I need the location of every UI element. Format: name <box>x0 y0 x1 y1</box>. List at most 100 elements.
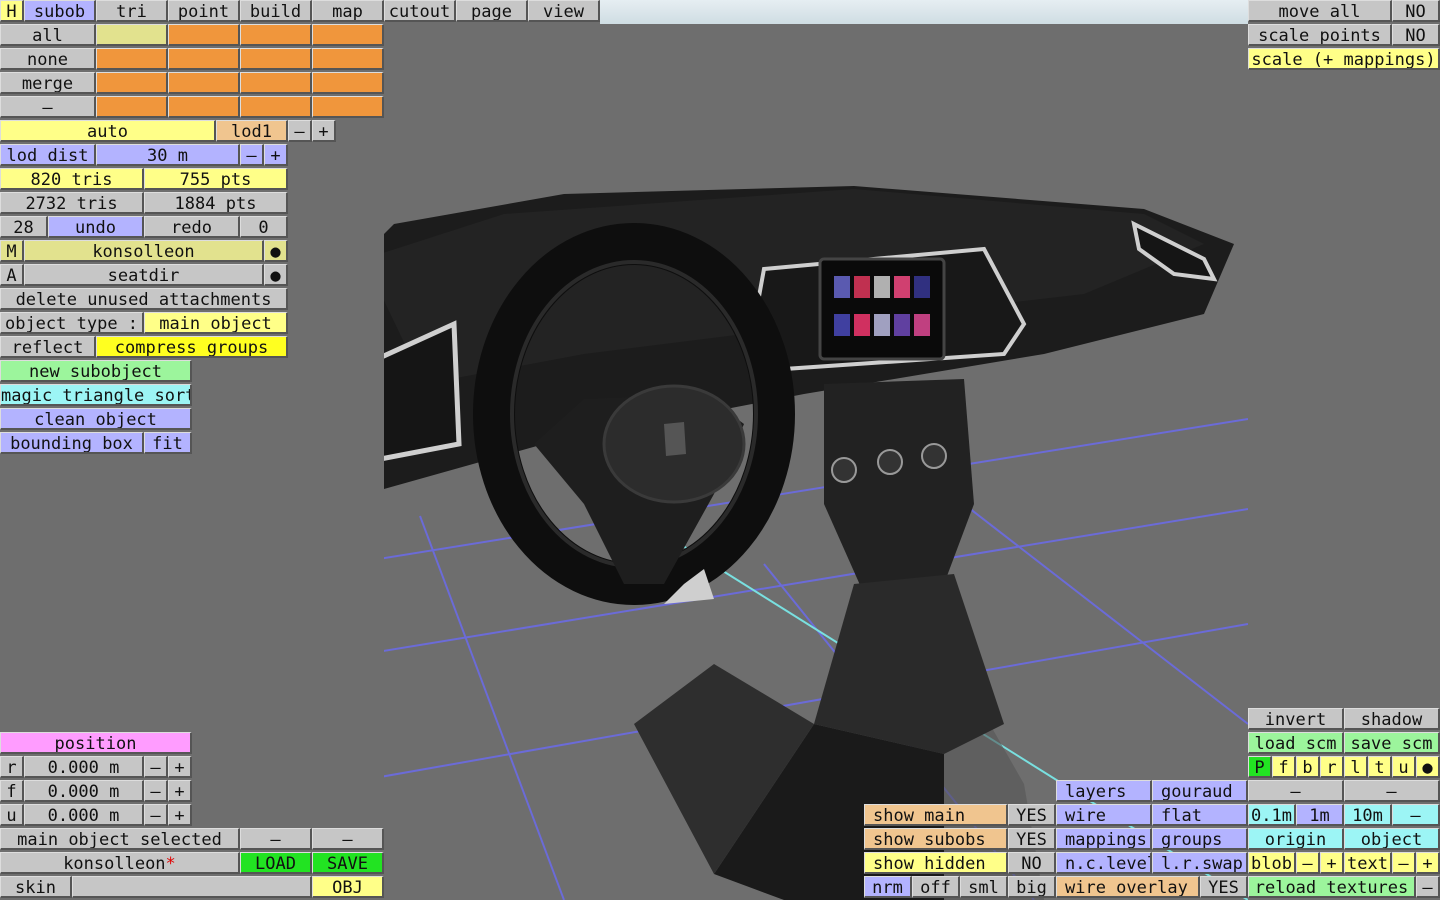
normals-big-button[interactable]: big <box>1008 876 1056 898</box>
swatch-2-1[interactable] <box>96 48 168 70</box>
show-main-button[interactable]: show main <box>864 804 1008 826</box>
select-none-button[interactable]: none <box>0 48 96 70</box>
step-1m-button[interactable]: 1m <box>1296 804 1344 826</box>
fit-button[interactable]: fit <box>144 432 192 454</box>
flat-button[interactable]: flat <box>1152 804 1248 826</box>
scale-mappings-button[interactable]: scale (+ mappings) <box>1248 48 1440 70</box>
lod-minus-button[interactable]: – <box>288 120 312 142</box>
position-f-minus-button[interactable]: – <box>144 780 168 802</box>
scale-points-button[interactable]: scale points <box>1248 24 1392 46</box>
normals-nrm-button[interactable]: nrm <box>864 876 912 898</box>
invert-button[interactable]: invert <box>1248 708 1344 730</box>
show-hidden-value[interactable]: NO <box>1008 852 1056 874</box>
lod-dist-plus-button[interactable]: + <box>264 144 288 166</box>
text-minus-button[interactable]: – <box>1392 852 1416 874</box>
magic-triangle-sort-button[interactable]: magic triangle sort <box>0 384 192 406</box>
show-main-value[interactable]: YES <box>1008 804 1056 826</box>
swatch-4-2[interactable] <box>168 96 240 118</box>
tab-cutout[interactable]: cutout <box>384 0 456 22</box>
mappings-button[interactable]: mappings <box>1056 828 1152 850</box>
wire-button[interactable]: wire <box>1056 804 1152 826</box>
load-scm-button[interactable]: load scm <box>1248 732 1344 754</box>
tab-map[interactable]: map <box>312 0 384 22</box>
position-r-minus-button[interactable]: – <box>144 756 168 778</box>
position-u-plus-button[interactable]: + <box>168 804 192 826</box>
layers-button[interactable]: layers <box>1056 780 1152 802</box>
attach-m-dot-icon[interactable]: ● <box>264 240 288 262</box>
text-plus-button[interactable]: + <box>1416 852 1440 874</box>
tab-page[interactable]: page <box>456 0 528 22</box>
status-dash-1-button[interactable]: – <box>240 828 312 850</box>
lod-dist-value[interactable]: 30 m <box>96 144 240 166</box>
view-t-button[interactable]: t <box>1368 756 1392 778</box>
gouraud-button[interactable]: gouraud <box>1152 780 1248 802</box>
reload-dash-button[interactable]: – <box>1416 876 1440 898</box>
delete-unused-attachments-button[interactable]: delete unused attachments <box>0 288 288 310</box>
view-dash-2-button[interactable]: – <box>1344 780 1440 802</box>
swatch-1-2[interactable] <box>168 24 240 46</box>
obj-button[interactable]: OBJ <box>312 876 384 898</box>
position-r-value[interactable]: 0.000 m <box>24 756 144 778</box>
step-0-1m-button[interactable]: 0.1m <box>1248 804 1296 826</box>
show-subobs-button[interactable]: show subobs <box>864 828 1008 850</box>
view-p-button[interactable]: P <box>1248 756 1272 778</box>
tab-point[interactable]: point <box>168 0 240 22</box>
position-f-value[interactable]: 0.000 m <box>24 780 144 802</box>
clean-object-button[interactable]: clean object <box>0 408 192 430</box>
view-f-button[interactable]: f <box>1272 756 1296 778</box>
bounding-box-button[interactable]: bounding box <box>0 432 144 454</box>
move-all-value[interactable]: NO <box>1392 0 1440 22</box>
step-minus-button[interactable]: – <box>1392 804 1440 826</box>
redo-button[interactable]: redo <box>144 216 240 238</box>
swatch-4-3[interactable] <box>240 96 312 118</box>
step-10m-button[interactable]: 10m <box>1344 804 1392 826</box>
lod-name[interactable]: lod1 <box>216 120 288 142</box>
attach-a-name[interactable]: seatdir <box>24 264 264 286</box>
shadow-button[interactable]: shadow <box>1344 708 1440 730</box>
compress-groups-button[interactable]: compress groups <box>96 336 288 358</box>
view-l-button[interactable]: l <box>1344 756 1368 778</box>
tab-subob[interactable]: subob <box>24 0 96 22</box>
3d-viewport[interactable] <box>384 24 1248 900</box>
attach-m-key[interactable]: M <box>0 240 24 262</box>
swatch-1-1[interactable] <box>96 24 168 46</box>
nc-level-button[interactable]: n.c.level <box>1056 852 1152 874</box>
attach-a-key[interactable]: A <box>0 264 24 286</box>
swatch-1-3[interactable] <box>240 24 312 46</box>
lod-auto-button[interactable]: auto <box>0 120 216 142</box>
blob-button[interactable]: blob <box>1248 852 1296 874</box>
view-r-button[interactable]: r <box>1320 756 1344 778</box>
attach-a-dot-icon[interactable]: ● <box>264 264 288 286</box>
lod-plus-button[interactable]: + <box>312 120 336 142</box>
text-button[interactable]: text <box>1344 852 1392 874</box>
origin-button[interactable]: origin <box>1248 828 1344 850</box>
blob-minus-button[interactable]: – <box>1296 852 1320 874</box>
object-name-field[interactable]: konsolleon* <box>0 852 240 874</box>
new-subobject-button[interactable]: new subobject <box>0 360 192 382</box>
normals-sml-button[interactable]: sml <box>960 876 1008 898</box>
swatch-1-4[interactable] <box>312 24 384 46</box>
swatch-3-2[interactable] <box>168 72 240 94</box>
status-dash-2-button[interactable]: – <box>312 828 384 850</box>
lr-swap-button[interactable]: l.r.swap <box>1152 852 1248 874</box>
swatch-3-3[interactable] <box>240 72 312 94</box>
wire-overlay-value[interactable]: YES <box>1200 876 1248 898</box>
view-dot-icon[interactable]: ● <box>1416 756 1440 778</box>
groups-button[interactable]: groups <box>1152 828 1248 850</box>
position-r-plus-button[interactable]: + <box>168 756 192 778</box>
tab-view[interactable]: view <box>528 0 600 22</box>
object-button[interactable]: object <box>1344 828 1440 850</box>
show-subobs-value[interactable]: YES <box>1008 828 1056 850</box>
load-button[interactable]: LOAD <box>240 852 312 874</box>
show-hidden-button[interactable]: show hidden <box>864 852 1008 874</box>
select-all-button[interactable]: all <box>0 24 96 46</box>
select-dash-button[interactable]: – <box>0 96 96 118</box>
tab-h[interactable]: H <box>0 0 24 22</box>
undo-button[interactable]: undo <box>48 216 144 238</box>
attach-m-name[interactable]: konsolleon <box>24 240 264 262</box>
object-type-value[interactable]: main object <box>144 312 288 334</box>
skin-field[interactable] <box>72 876 312 898</box>
normals-off-button[interactable]: off <box>912 876 960 898</box>
move-all-button[interactable]: move all <box>1248 0 1392 22</box>
save-scm-button[interactable]: save scm <box>1344 732 1440 754</box>
